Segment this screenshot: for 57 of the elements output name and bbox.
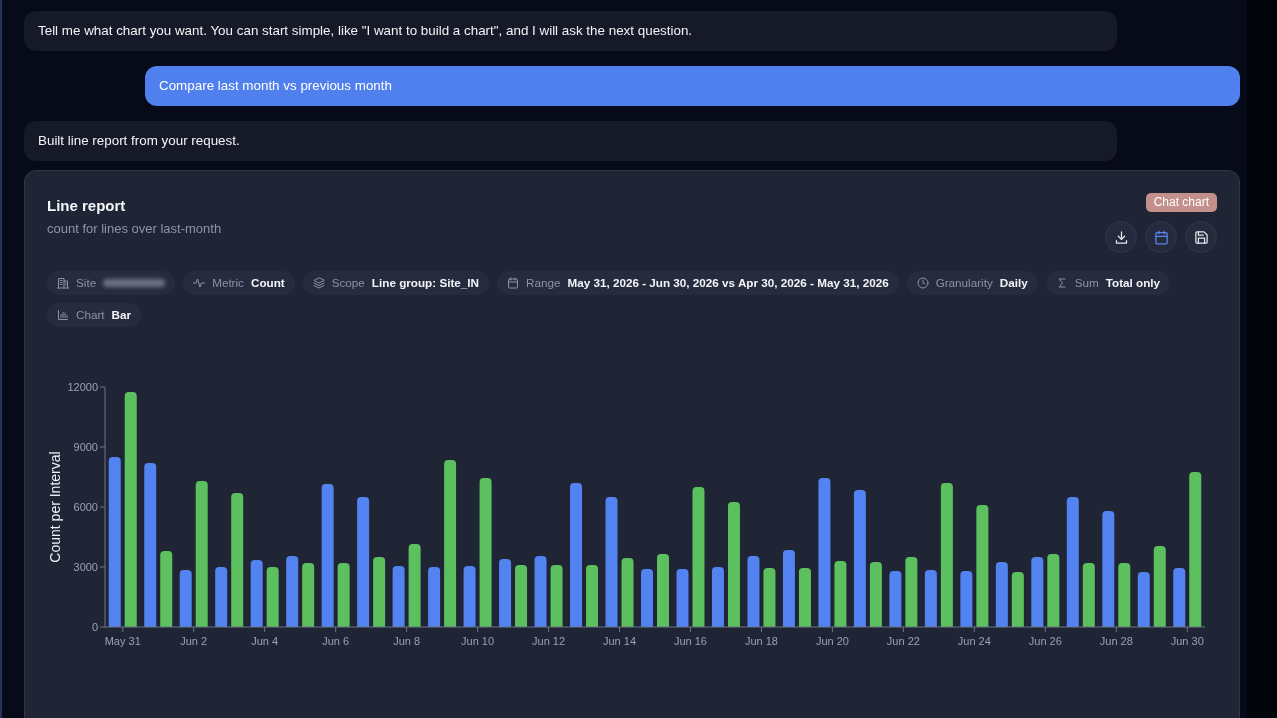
x-tick-label: Jun 22: [886, 635, 920, 647]
filter-label: Sum: [1074, 275, 1099, 292]
filter-chip[interactable]: Sum Total only: [1045, 271, 1171, 295]
y-tick-label: 12000: [67, 381, 98, 393]
calendar-button[interactable]: [1145, 221, 1177, 253]
x-tick-label: Jun 18: [744, 635, 778, 647]
x-tick-label: Jun 16: [673, 635, 707, 647]
x-tick-label: Jun 6: [322, 635, 350, 647]
download-button[interactable]: [1105, 221, 1137, 253]
x-tick-label: Jun 12: [532, 635, 566, 647]
filter-chip[interactable]: Range May 31, 2026 - Jun 30, 2026 vs Apr 30, 2026 - May 31, 2026: [497, 271, 899, 295]
user-message: Compare last month vs previous month: [145, 66, 1240, 106]
report-title: Line report: [47, 196, 127, 216]
filter-label: Granularity: [935, 275, 993, 292]
filter-chip[interactable]: Metric Count: [183, 271, 295, 295]
x-tick-label: Jun 26: [1028, 635, 1062, 647]
filter-value: May 31, 2026 - Jun 30, 2026 vs Apr 30, 2026 - May 31, 2026: [567, 275, 889, 292]
save-button[interactable]: [1185, 221, 1217, 253]
filter-value: Line group: Site_IN: [371, 275, 479, 292]
x-tick-label: May 31: [104, 635, 141, 647]
y-tick-label: 9000: [73, 441, 98, 453]
pulse-icon: [193, 277, 206, 289]
assistant-message: Tell me what chart you want. You can start simple, like "I want to build a chart", and I will ask the next question.: [24, 11, 1117, 51]
filter-chip[interactable]: Scope Line group: Site_IN: [302, 271, 489, 295]
x-tick-label: Jun 28: [1099, 635, 1133, 647]
filter-chip[interactable]: Site: [47, 271, 176, 295]
clock-icon: [916, 277, 929, 289]
calendar-icon: [507, 277, 519, 289]
x-tick-label: Jun 14: [603, 635, 637, 647]
filter-value: Total only: [1105, 275, 1161, 292]
filter-label: Range: [526, 275, 561, 292]
chat-chart-tag: Chat chart: [1145, 193, 1217, 212]
x-tick-label: Jun 2: [180, 635, 208, 647]
y-axis-title: Count per Interval: [47, 451, 63, 563]
x-tick-label: Jun 20: [815, 635, 849, 647]
filter-label: Metric: [212, 275, 244, 292]
filter-chip[interactable]: Granularity Daily: [906, 271, 1038, 295]
x-tick-label: Jun 30: [1170, 635, 1204, 647]
filter-value: Count: [250, 275, 285, 292]
building-icon: [57, 277, 69, 289]
filter-value: Bar: [111, 307, 132, 324]
filter-label: Site: [76, 275, 97, 292]
assistant-message: Built line report from your request.: [24, 121, 1117, 161]
report-subtitle: count for lines over last-month: [47, 220, 222, 238]
x-tick-label: Jun 4: [251, 635, 279, 647]
filter-label: Scope: [331, 275, 365, 292]
filter-value: Daily: [999, 275, 1028, 292]
filter-label: Chart: [76, 307, 105, 324]
x-tick-label: Jun 8: [393, 635, 421, 647]
bar-chart-icon: [57, 309, 69, 321]
y-tick-label: 0: [91, 621, 98, 633]
filter-chip[interactable]: Chart Bar: [47, 303, 142, 327]
x-tick-label: Jun 24: [957, 635, 991, 647]
y-tick-label: 6000: [73, 501, 98, 513]
y-tick-label: 3000: [73, 561, 98, 573]
x-tick-label: Jun 10: [461, 635, 495, 647]
layers-icon: [312, 277, 325, 289]
